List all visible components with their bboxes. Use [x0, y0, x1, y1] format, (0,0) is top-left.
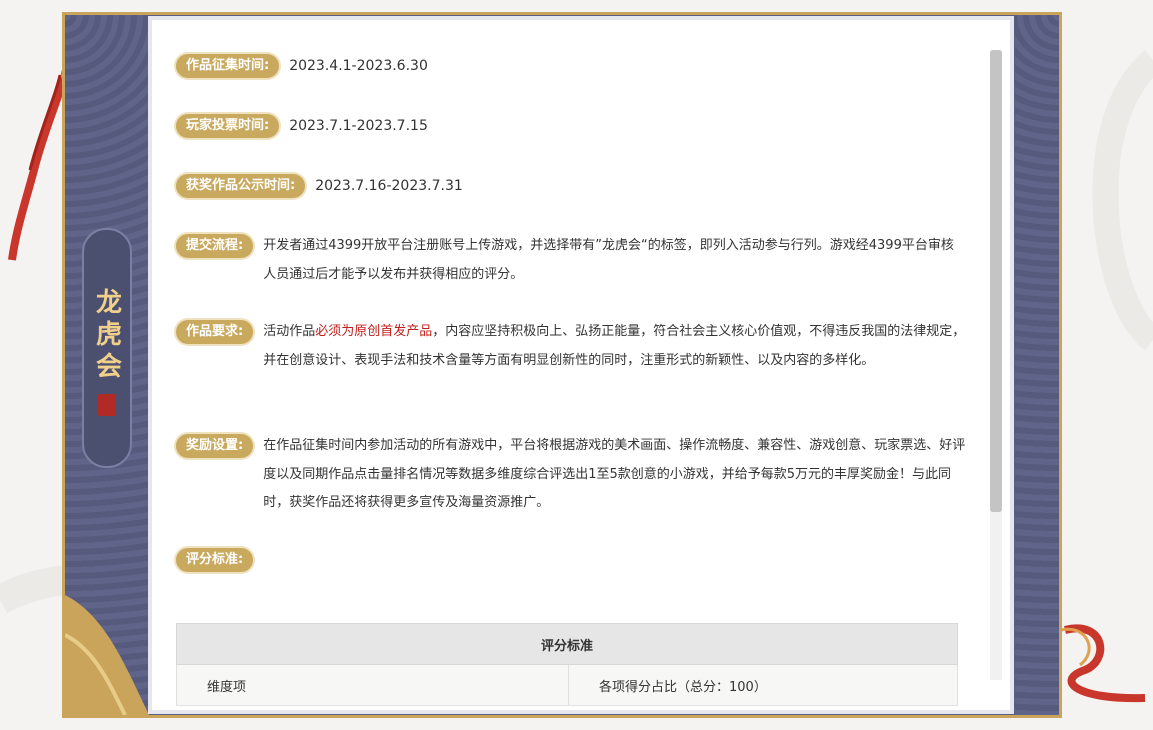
voting-time-value: 2023.7.1-2023.7.15 — [289, 118, 428, 134]
content-page: 作品征集时间: 2023.4.1-2023.6.30 玩家投票时间: 2023.… — [148, 16, 1014, 714]
scrollbar-thumb[interactable] — [990, 50, 1002, 512]
red-seal-icon — [98, 394, 116, 416]
row-announce-time: 获奖作品公示时间: 2023.7.16-2023.7.31 — [176, 174, 966, 198]
voting-time-label: 玩家投票时间: — [176, 114, 280, 138]
submit-process-text: 开发者通过4399开放平台注册账号上传游戏，并选择带有”龙虎会“的标签，即列入活… — [263, 238, 954, 282]
announce-time-value: 2023.7.16-2023.7.31 — [315, 178, 463, 194]
scroll-right-panel — [1015, 15, 1059, 715]
row-requirements: 作品要求: 活动作品必须为原创首发产品，内容应坚持积极向上、弘扬正能量，符合社会… — [176, 320, 966, 375]
row-rewards: 奖励设置: 在作品征集时间内参加活动的所有游戏中，平台将根据游戏的美术画面、操作… — [176, 434, 966, 518]
table-col-ratio: 各项得分占比（总分：100） — [568, 664, 958, 706]
row-scoring: 评分标准: — [176, 548, 966, 572]
banner-title: 龙虎会 — [91, 288, 122, 384]
requirements-label: 作品要求: — [176, 320, 254, 344]
rewards-label: 奖励设置: — [176, 434, 254, 458]
announce-time-label: 获奖作品公示时间: — [176, 174, 306, 198]
row-voting-time: 玩家投票时间: 2023.7.1-2023.7.15 — [176, 114, 966, 138]
row-collection-time: 作品征集时间: 2023.4.1-2023.6.30 — [176, 54, 966, 78]
collection-time-label: 作品征集时间: — [176, 54, 280, 78]
requirements-text-before: 活动作品 — [263, 324, 316, 339]
collection-time-value: 2023.4.1-2023.6.30 — [289, 58, 428, 74]
submit-process-label: 提交流程: — [176, 234, 254, 258]
table-col-dimension: 维度项 — [176, 664, 569, 706]
title-banner: 龙虎会 — [82, 228, 132, 468]
row-submit-process: 提交流程: 开发者通过4399开放平台注册账号上传游戏，并选择带有”龙虎会“的标… — [176, 234, 966, 289]
scoring-label: 评分标准: — [176, 548, 254, 572]
rewards-text: 在作品征集时间内参加活动的所有游戏中，平台将根据游戏的美术画面、操作流畅度、兼容… — [263, 438, 966, 510]
vertical-scrollbar[interactable] — [990, 50, 1002, 680]
table-row: 维度项 各项得分占比（总分：100） — [176, 664, 958, 706]
scoring-table: 评分标准 维度项 各项得分占比（总分：100） — [176, 623, 958, 706]
gold-wave-ornament — [65, 595, 149, 715]
scoring-table-title: 评分标准 — [176, 623, 958, 665]
requirements-highlight: 必须为原创首发产品 — [315, 324, 433, 339]
requirements-text: 活动作品必须为原创首发产品，内容应坚持积极向上、弘扬正能量，符合社会主义核心价值… — [263, 318, 966, 375]
